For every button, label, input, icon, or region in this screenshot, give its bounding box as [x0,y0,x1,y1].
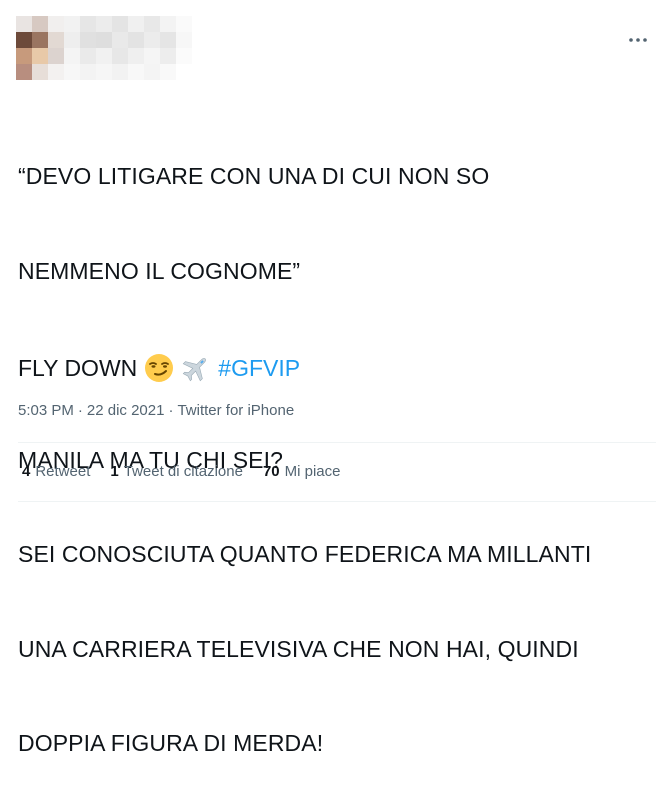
retweets-label: Retweet [35,463,91,480]
tweet-line: SEI CONOSCIUTA QUANTO FEDERICA MA MILLAN… [18,541,592,567]
likes-label: Mi piace [284,463,341,480]
tweet-date[interactable]: 22 dic 2021 [87,402,165,419]
tweet-line-text: FLY DOWN [18,354,138,381]
tweet-time[interactable]: 5:03 PM [18,402,74,419]
airplane-icon [181,353,211,383]
tweet-line: DOPPIA FIGURA DI MERDA! [18,730,324,756]
username-pixelated[interactable] [64,16,192,80]
tweet-meta: 5:03 PM · 22 dic 2021 · Twitter for iPho… [18,402,294,419]
retweets-stat[interactable]: 4 Retweet [22,463,90,480]
quotes-count: 1 [110,463,119,480]
smirking-face-icon [144,353,174,383]
quotes-label: Tweet di citazione [123,463,243,480]
avatar-pixelated[interactable] [16,16,64,80]
tweet-line: NEMMENO IL COGNOME” [18,257,301,284]
likes-stat[interactable]: 70 Mi piace [263,463,341,480]
hashtag-link[interactable]: #GFVIP [218,355,300,382]
likes-count: 70 [262,463,280,480]
retweets-count: 4 [22,463,31,480]
quotes-stat[interactable]: 1 Tweet di citazione [110,463,243,480]
tweet-last-line: FLY DOWN #GFVIP [18,351,300,385]
more-options-icon[interactable] [624,26,652,54]
tweet-line: UNA CARRIERA TELEVISIVA CHE NON HAI, QUI… [18,635,579,662]
tweet-source[interactable]: Twitter for iPhone [177,402,294,419]
divider [18,501,656,502]
meta-separator: · [168,402,174,419]
tweet-line: “DEVO LITIGARE CON UNA DI CUI NON SO [18,163,490,189]
meta-separator: · [77,402,83,419]
divider [18,442,656,443]
tweet-header [0,0,662,90]
tweet-stats: 4 Retweet 1 Tweet di citazione 70 Mi pia… [22,463,341,480]
tweet-text: “DEVO LITIGARE CON UNA DI CUI NON SO NEM… [18,98,648,791]
